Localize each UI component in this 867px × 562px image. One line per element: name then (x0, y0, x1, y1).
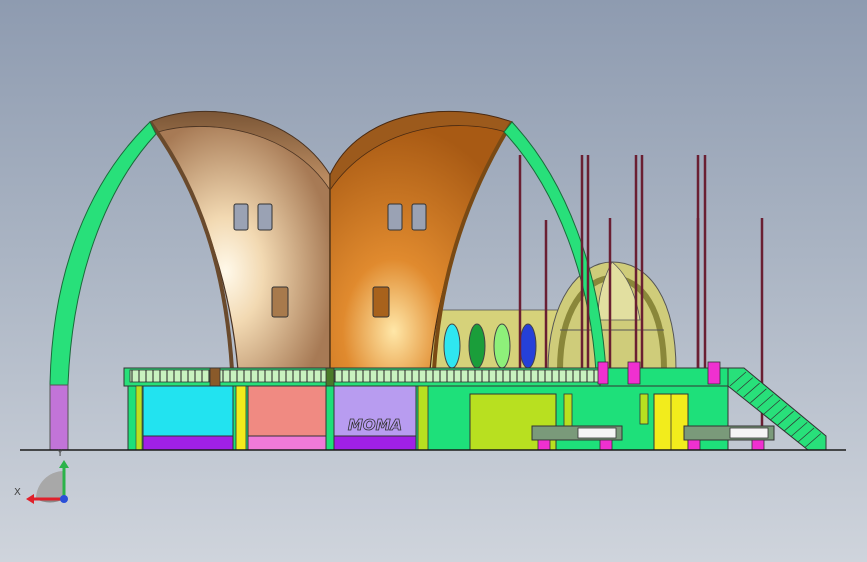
ground-floor: MOMA (127, 385, 729, 451)
cad-viewport[interactable]: MOMA X Y (0, 0, 867, 562)
left-shell (148, 110, 331, 371)
building-model: MOMA X Y (14, 110, 846, 504)
x-axis-label: X (14, 487, 21, 498)
y-axis-label: Y (56, 448, 64, 459)
moma-sign: MOMA (348, 416, 402, 434)
axis-triad-icon[interactable]: X Y (14, 448, 69, 504)
